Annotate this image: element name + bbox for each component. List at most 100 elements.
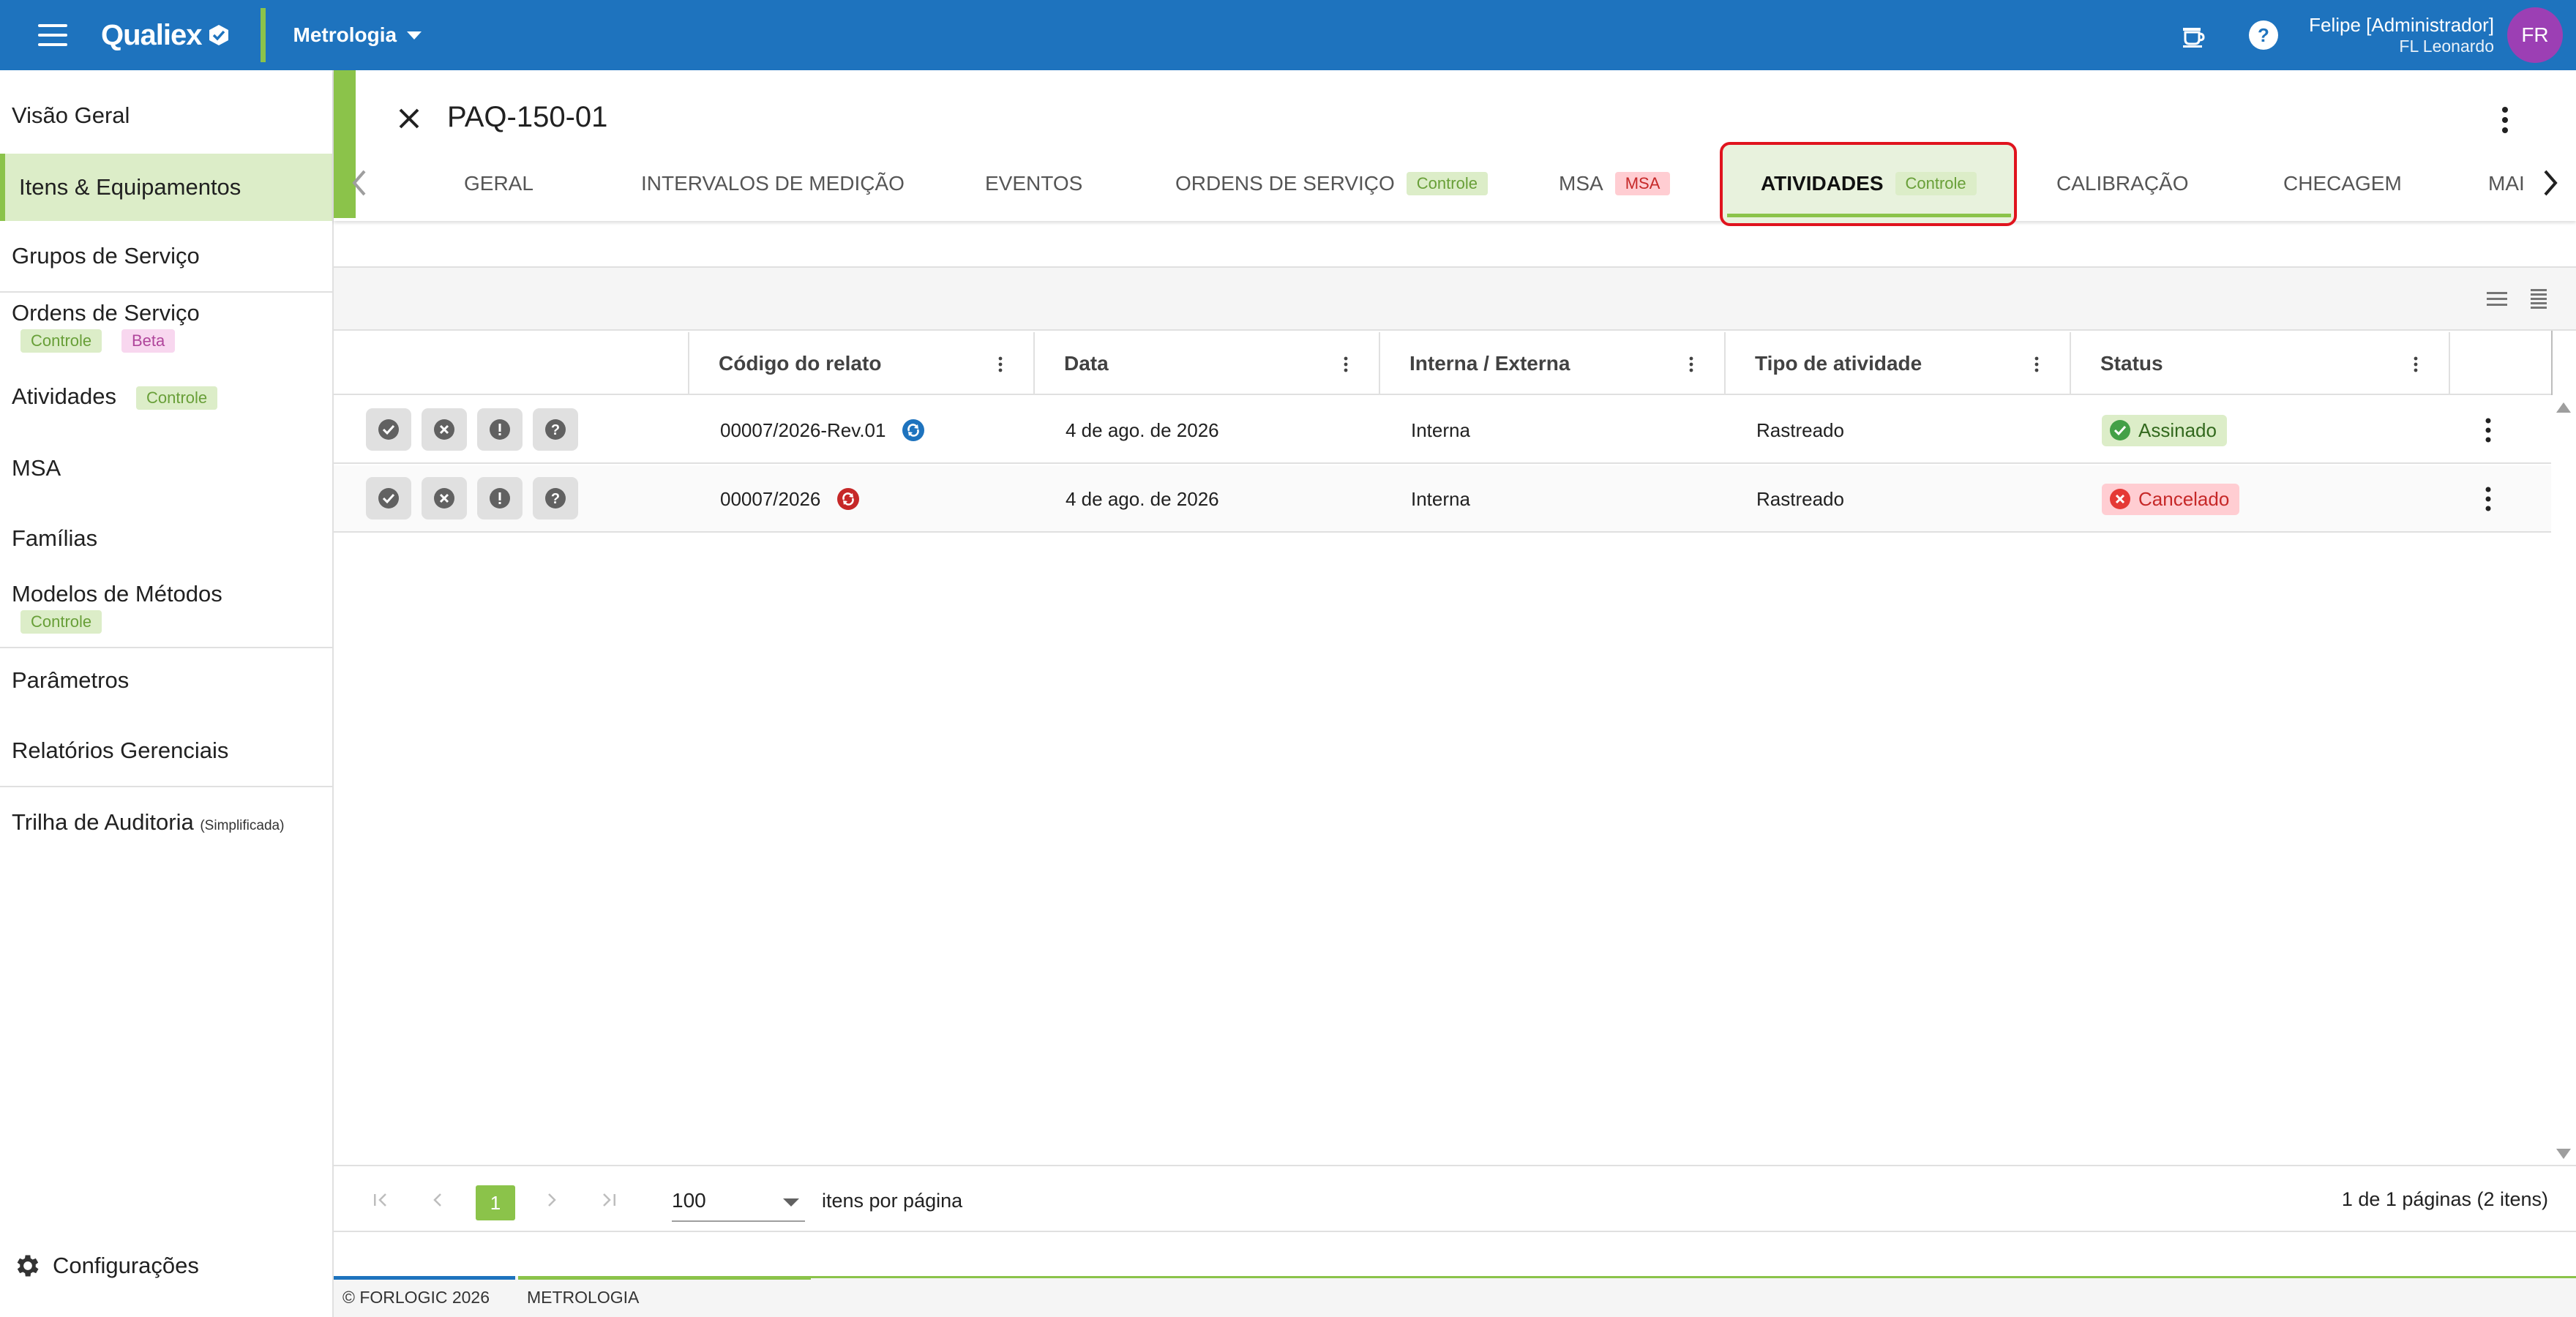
last-page-icon[interactable] <box>594 1185 624 1215</box>
top-bar: Qualiex Metrologia ? Felipe [Administrad… <box>0 0 2576 70</box>
sidebar-item-itens-equipamentos[interactable]: Itens & Equipamentos <box>0 154 332 221</box>
sidebar-item-atividades[interactable]: Atividades Controle <box>0 372 332 423</box>
tab-label: GERAL <box>464 172 533 195</box>
tab-label: ORDENS DE SERVIÇO <box>1175 172 1395 195</box>
app-logo[interactable]: Qualiex <box>101 19 230 52</box>
code-text: 00007/2026-Rev.01 <box>720 419 886 441</box>
module-selector[interactable]: Metrologia <box>293 23 422 47</box>
avatar[interactable]: FR <box>2507 7 2563 63</box>
tab-checagem[interactable]: CHECAGEM <box>2283 165 2402 202</box>
column-menu-icon[interactable] <box>2412 356 2419 373</box>
tab-label: INTERVALOS DE MEDIÇÃO <box>641 172 905 195</box>
help-icon[interactable]: ? <box>2246 18 2281 53</box>
chevron-left-icon[interactable] <box>348 167 370 199</box>
status-badge: Assinado <box>2102 414 2227 446</box>
column-label: Status <box>2100 352 2163 375</box>
logo-mark-icon <box>209 25 228 45</box>
tab-calibracao[interactable]: CALIBRAÇÃO <box>2056 165 2189 202</box>
chevron-down-icon <box>407 31 422 40</box>
cell-codigo[interactable]: 00007/2026-Rev.01 <box>720 397 925 464</box>
coffee-cup-icon[interactable] <box>2176 18 2211 53</box>
chip-controle: Controle <box>20 329 102 353</box>
page-size-select[interactable]: 100 <box>672 1181 805 1222</box>
column-menu-icon[interactable] <box>1342 356 1349 373</box>
chevron-right-icon[interactable] <box>2539 167 2561 199</box>
prev-page-icon[interactable] <box>423 1185 452 1215</box>
row-more-icon[interactable] <box>2481 484 2496 514</box>
page-number-current[interactable]: 1 <box>476 1185 515 1220</box>
tab-geral[interactable]: GERAL <box>464 165 533 202</box>
tab-msa[interactable]: MSA MSA <box>1559 165 1671 202</box>
close-icon[interactable] <box>393 102 425 135</box>
cell-codigo[interactable]: 00007/2026 <box>720 465 860 533</box>
settings-button[interactable]: Configurações <box>13 1251 199 1280</box>
columns-icon[interactable] <box>2525 285 2551 312</box>
tab-intervalos-medicao[interactable]: INTERVALOS DE MEDIÇÃO <box>641 165 905 202</box>
status-label: Assinado <box>2138 419 2217 441</box>
column-menu-icon[interactable] <box>2033 356 2040 373</box>
divider <box>0 647 332 648</box>
density-icon[interactable] <box>2484 285 2510 312</box>
column-menu-icon[interactable] <box>1688 356 1695 373</box>
sidebar-item-visao-geral[interactable]: Visão Geral <box>0 92 332 139</box>
alert-button[interactable] <box>477 477 523 519</box>
tab-label: ATIVIDADES <box>1761 172 1884 195</box>
cell-status: Assinado <box>2102 397 2227 464</box>
column-menu-icon[interactable] <box>997 356 1004 373</box>
approve-button[interactable] <box>366 477 411 519</box>
table-row[interactable]: ? 00007/2026-Rev.01 4 de ago. de 2026 In… <box>334 397 2551 464</box>
sidebar-item-parametros[interactable]: Parâmetros <box>0 656 332 702</box>
check-circle-icon <box>378 488 399 509</box>
sidebar-item-trilha-auditoria[interactable]: Trilha de Auditoria (Simplificada) <box>0 798 332 844</box>
pagination: 1 100 itens por página 1 de 1 páginas (2… <box>334 1165 2576 1234</box>
help-button[interactable]: ? <box>533 408 578 451</box>
check-circle-icon <box>2110 420 2130 440</box>
sidebar-item-label: Trilha de Auditoria (Simplificada) <box>12 809 284 836</box>
pagination-summary: 1 de 1 páginas (2 itens) <box>2341 1188 2548 1210</box>
page-size-value: 100 <box>672 1189 706 1212</box>
footer-accent-blue <box>334 1276 515 1280</box>
cell-data: 4 de ago. de 2026 <box>1066 419 1219 441</box>
sidebar-item-ordens-servico[interactable]: Ordens de Serviço Controle Beta <box>0 294 332 364</box>
menu-icon[interactable] <box>38 24 67 46</box>
module-divider <box>260 8 266 62</box>
sidebar-item-familias[interactable]: Famílias <box>0 514 332 560</box>
reject-button[interactable] <box>422 408 467 451</box>
sidebar-item-relatorios[interactable]: Relatórios Gerenciais <box>0 726 332 773</box>
row-more-icon[interactable] <box>2481 416 2496 445</box>
sidebar-item-msa[interactable]: MSA <box>0 443 332 490</box>
column-header-codigo[interactable]: Código do relato <box>688 332 1033 395</box>
approve-button[interactable] <box>366 408 411 451</box>
sidebar-item-label: MSA <box>12 455 61 481</box>
reject-button[interactable] <box>422 477 467 519</box>
tab-chip: Controle <box>1406 172 1488 195</box>
sidebar-item-grupos-servico[interactable]: Grupos de Serviço <box>0 233 332 279</box>
user-info[interactable]: Felipe [Administrador] FL Leonardo <box>2309 14 2494 56</box>
first-page-icon[interactable] <box>366 1185 395 1215</box>
table-row[interactable]: ? 00007/2026 4 de ago. de 2026 Interna R… <box>334 465 2551 533</box>
dropdown-arrow-icon <box>783 1198 799 1207</box>
tab-eventos[interactable]: EVENTOS <box>985 165 1082 202</box>
tab-more[interactable]: MAI <box>2488 165 2525 202</box>
tab-ordens-servico[interactable]: ORDENS DE SERVIÇO Controle <box>1175 165 1488 202</box>
help-button[interactable]: ? <box>533 477 578 519</box>
scroll-up-icon[interactable] <box>2551 397 2576 419</box>
more-vert-icon[interactable] <box>2493 104 2517 136</box>
column-label: Tipo de atividade <box>1755 352 1922 375</box>
question-circle-icon: ? <box>545 488 566 509</box>
active-tab-indicator <box>1727 214 2011 217</box>
tab-atividades[interactable]: ATIVIDADES Controle <box>1761 165 1977 202</box>
column-header-tipo-atividade[interactable]: Tipo de atividade <box>1724 332 2070 395</box>
alert-button[interactable] <box>477 408 523 451</box>
module-label: Metrologia <box>293 23 397 46</box>
settings-label: Configurações <box>53 1253 199 1278</box>
tab-chip: Controle <box>1895 172 1977 195</box>
scroll-down-icon[interactable] <box>2551 1143 2576 1165</box>
tab-label: CHECAGEM <box>2283 172 2402 195</box>
next-page-icon[interactable] <box>537 1185 566 1215</box>
column-header-status[interactable]: Status <box>2070 332 2449 395</box>
column-header-interna-externa[interactable]: Interna / Externa <box>1379 332 1724 395</box>
column-header-data[interactable]: Data <box>1033 332 1379 395</box>
sidebar-item-modelos-metodos[interactable]: Modelos de Métodos Controle <box>0 575 332 647</box>
sidebar-item-label: Modelos de Métodos <box>12 581 222 607</box>
